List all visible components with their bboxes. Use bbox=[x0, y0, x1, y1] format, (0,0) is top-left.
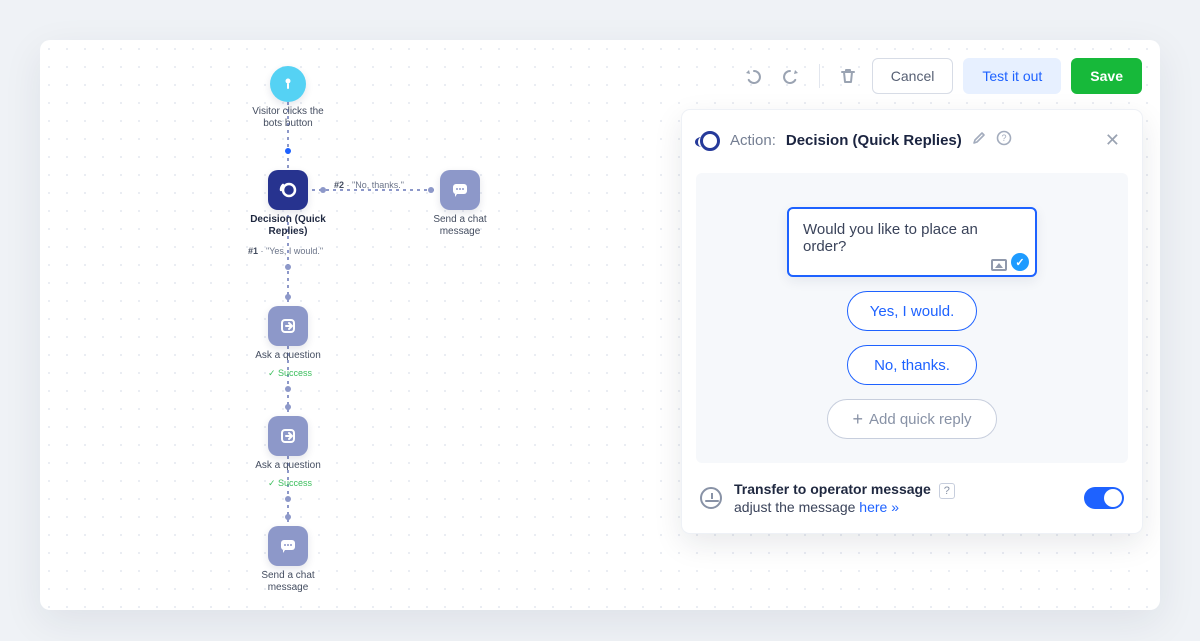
plus-icon: + bbox=[852, 409, 863, 430]
success-edge-1: Success bbox=[268, 368, 312, 379]
quick-reply-option-2[interactable]: No, thanks. bbox=[847, 345, 977, 385]
save-button[interactable]: Save bbox=[1071, 58, 1142, 94]
branch1-edge-label: #1 · "Yes, I would." bbox=[248, 246, 323, 256]
image-icon[interactable] bbox=[991, 259, 1007, 271]
quick-reply-option-1[interactable]: Yes, I would. bbox=[847, 291, 977, 331]
send-message-node-right[interactable] bbox=[440, 170, 480, 210]
undo-icon[interactable] bbox=[739, 62, 767, 90]
start-node[interactable] bbox=[270, 66, 306, 102]
ask-question-node-2-label: Ask a question bbox=[243, 460, 333, 472]
ask-question-node-2[interactable] bbox=[268, 416, 308, 456]
top-toolbar: Cancel Test it out Save bbox=[739, 58, 1142, 94]
add-quick-reply-label: Add quick reply bbox=[869, 411, 972, 428]
connector-dot bbox=[428, 187, 434, 193]
operator-icon bbox=[700, 487, 722, 509]
message-badges: ✓ bbox=[991, 253, 1029, 271]
ask-question-node-1-label: Ask a question bbox=[243, 350, 333, 362]
connector-dot bbox=[285, 264, 291, 270]
send-message-node-bottom[interactable] bbox=[268, 526, 308, 566]
message-input[interactable]: Would you like to place an order? ✓ bbox=[787, 207, 1037, 277]
success-edge-2: Success bbox=[268, 478, 312, 489]
send-message-node-bottom-label: Send a chat message bbox=[243, 570, 333, 594]
test-it-out-button[interactable]: Test it out bbox=[963, 58, 1061, 94]
decision-icon bbox=[700, 131, 720, 151]
footer-here-link[interactable]: here » bbox=[859, 499, 899, 515]
footer-text: Transfer to operator message ? adjust th… bbox=[734, 481, 1072, 515]
cancel-button[interactable]: Cancel bbox=[872, 58, 954, 94]
add-quick-reply-button[interactable]: + Add quick reply bbox=[827, 399, 997, 439]
panel-header-title: Decision (Quick Replies) bbox=[786, 132, 962, 149]
panel-header-label: Action: bbox=[730, 132, 776, 149]
connector-dot bbox=[285, 514, 291, 520]
valid-check-icon: ✓ bbox=[1011, 253, 1029, 271]
decision-node-label: Decision (Quick Replies) bbox=[243, 214, 333, 238]
connector-dot bbox=[320, 187, 326, 193]
panel-footer: Transfer to operator message ? adjust th… bbox=[682, 463, 1142, 523]
message-text: Would you like to place an order? bbox=[803, 221, 978, 255]
help-icon[interactable]: ? bbox=[996, 130, 1012, 151]
flow-connectors bbox=[200, 50, 560, 610]
svg-text:?: ? bbox=[1001, 133, 1006, 143]
flow-diagram: Visitor clicks the bots button Decision … bbox=[200, 50, 560, 610]
transfer-toggle[interactable] bbox=[1084, 487, 1124, 509]
footer-sub-prefix: adjust the message bbox=[734, 499, 859, 515]
action-panel: Action: Decision (Quick Replies) ? ✕ Wou… bbox=[682, 110, 1142, 533]
panel-header: Action: Decision (Quick Replies) ? ✕ bbox=[682, 110, 1142, 167]
close-icon[interactable]: ✕ bbox=[1101, 126, 1124, 155]
redo-icon[interactable] bbox=[777, 62, 805, 90]
trash-icon[interactable] bbox=[834, 62, 862, 90]
connector-dot bbox=[285, 496, 291, 502]
connector-dot bbox=[285, 404, 291, 410]
decision-node[interactable] bbox=[268, 170, 308, 210]
edit-title-icon[interactable] bbox=[972, 131, 986, 150]
panel-body: Would you like to place an order? ✓ Yes,… bbox=[696, 173, 1128, 463]
branch2-edge-label: #2 · "No, thanks." bbox=[334, 180, 404, 190]
editor-stage: Cancel Test it out Save Action: Decision… bbox=[40, 40, 1160, 610]
start-node-label: Visitor clicks the bots button bbox=[243, 106, 333, 130]
footer-title: Transfer to operator message bbox=[734, 481, 931, 497]
connector-dot bbox=[285, 294, 291, 300]
toolbar-separator bbox=[819, 64, 820, 88]
ask-question-node-1[interactable] bbox=[268, 306, 308, 346]
connector-dot bbox=[285, 148, 291, 154]
connector-dot bbox=[285, 386, 291, 392]
send-message-node-right-label: Send a chat message bbox=[415, 214, 505, 238]
footer-help-icon[interactable]: ? bbox=[939, 483, 955, 499]
